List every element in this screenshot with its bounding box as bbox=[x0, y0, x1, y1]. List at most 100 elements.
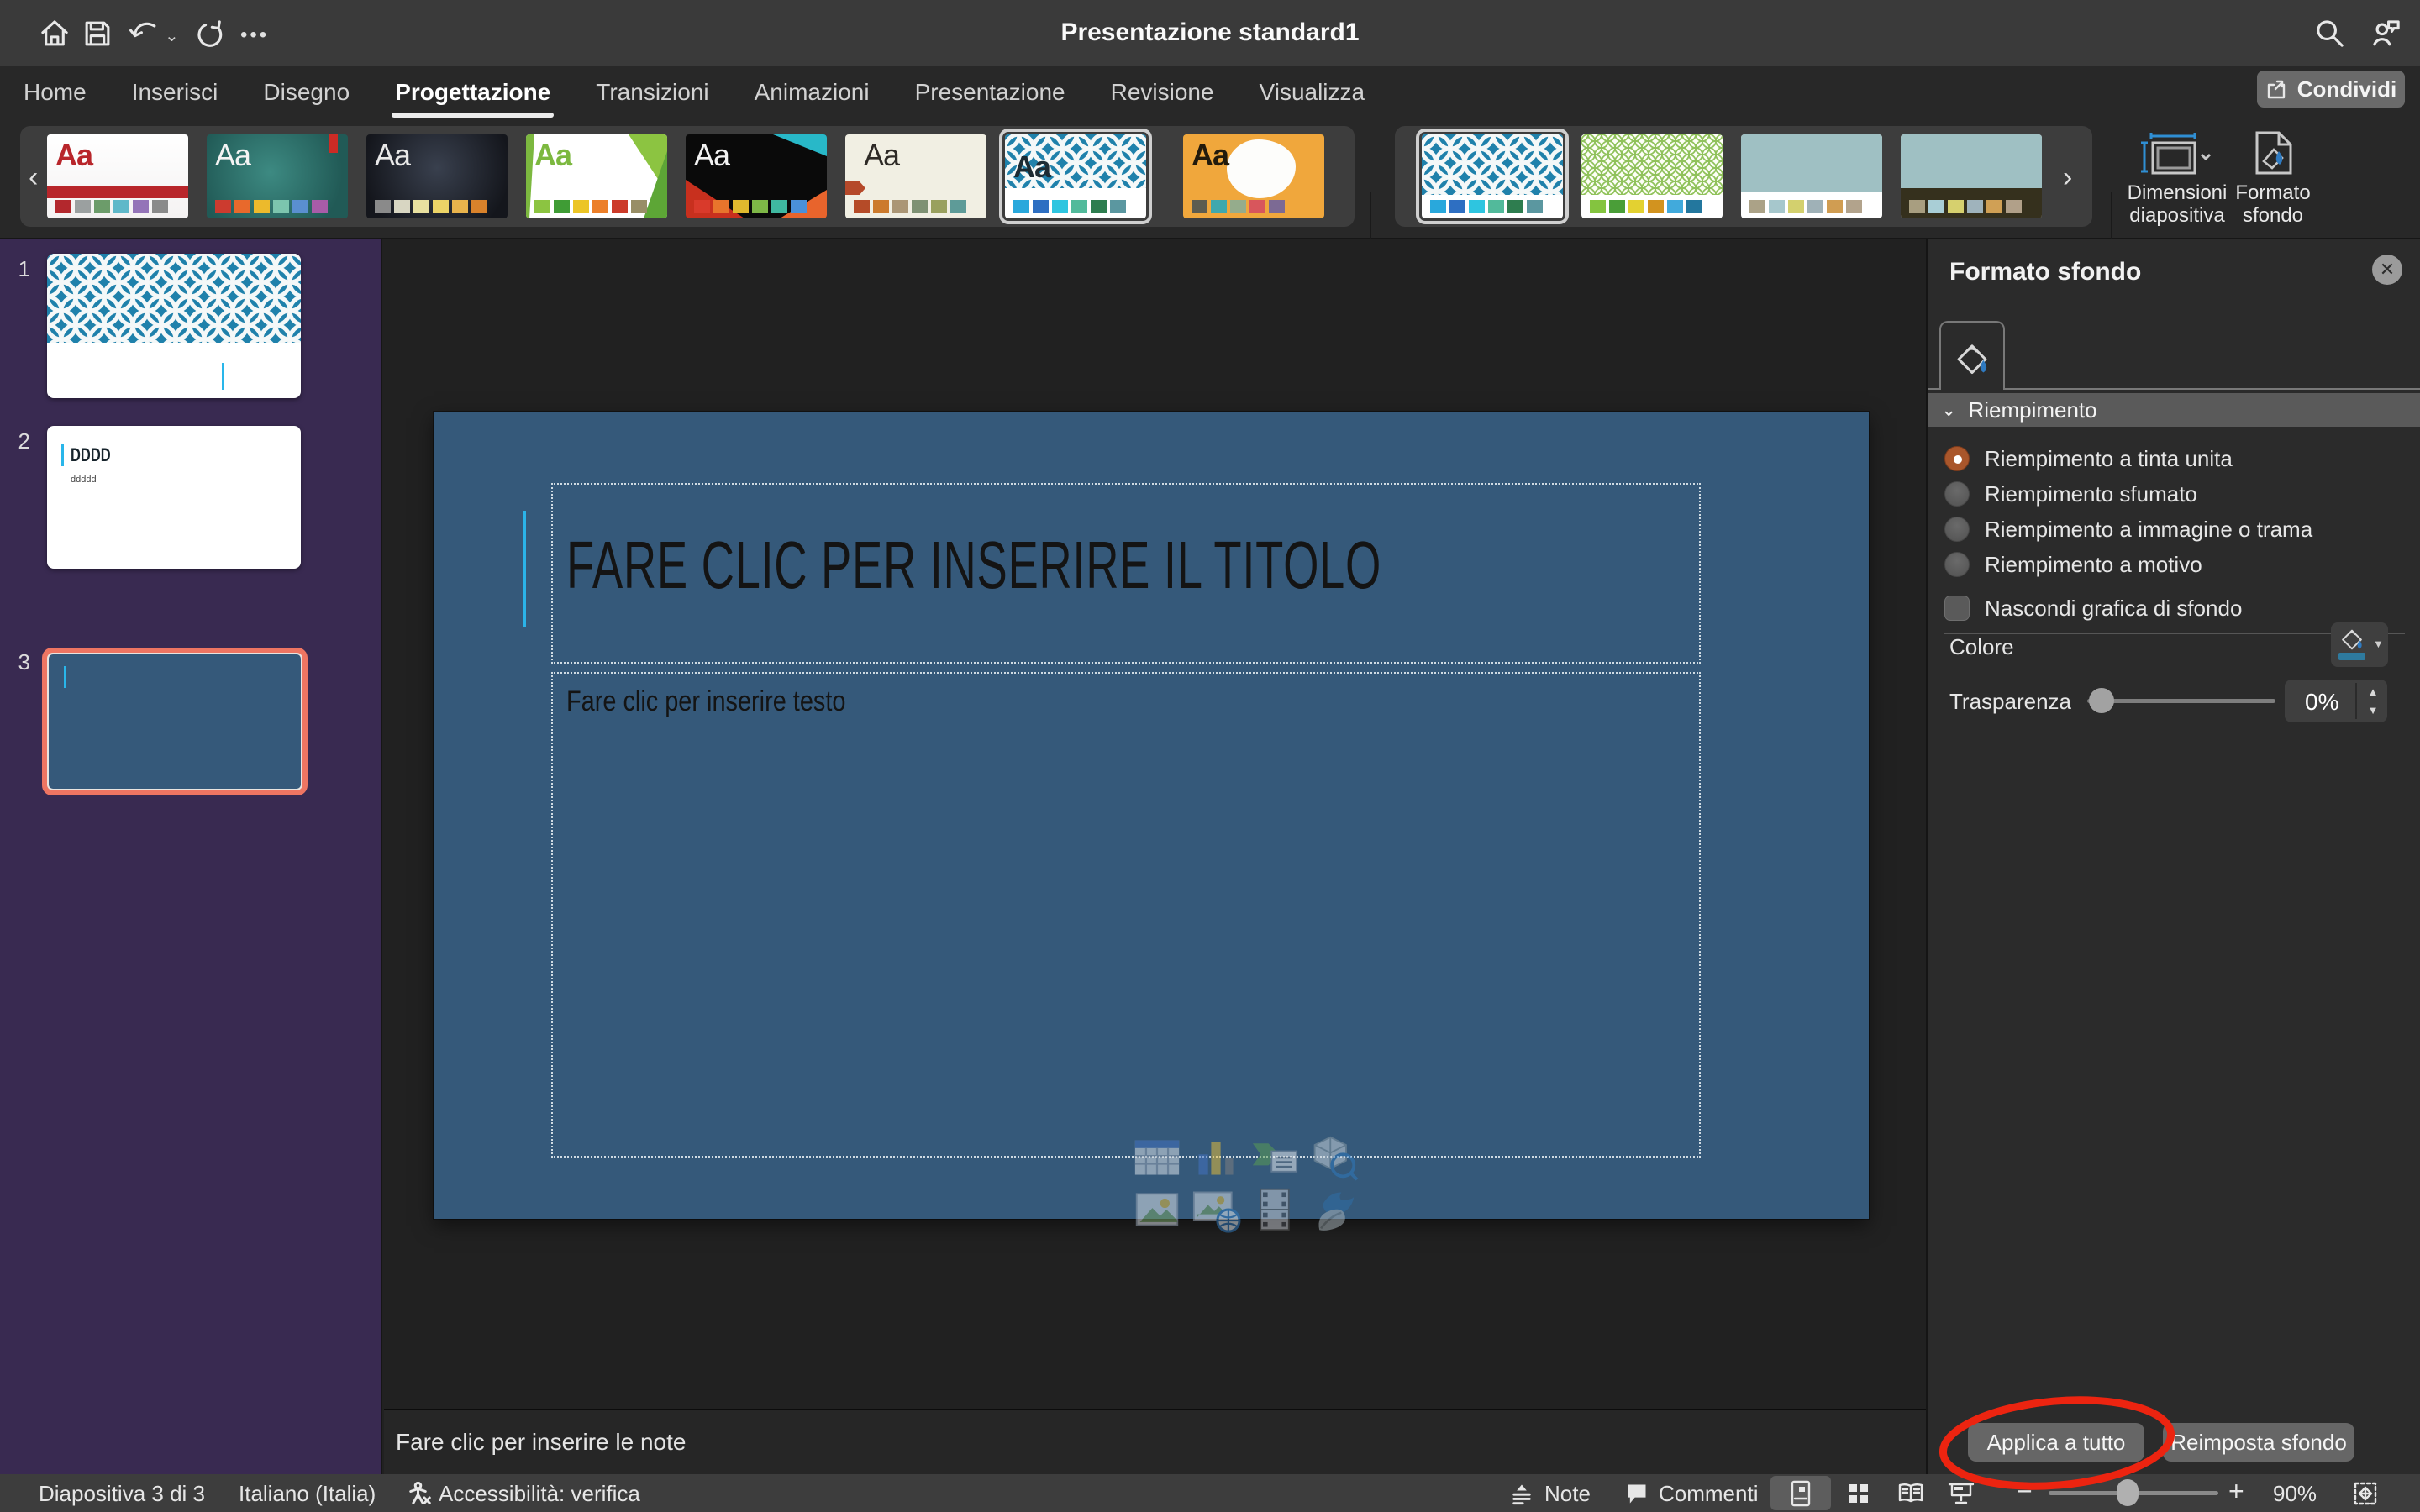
tab-presentazione[interactable]: Presentazione bbox=[913, 76, 1067, 109]
comments-toggle[interactable]: Commenti bbox=[1659, 1481, 1758, 1507]
paint-bucket-icon bbox=[2338, 625, 2366, 650]
accessibility-icon bbox=[408, 1481, 433, 1506]
fill-option-pattern[interactable]: Riempimento a motivo bbox=[1944, 550, 2202, 579]
share-button[interactable]: Condividi bbox=[2257, 71, 2405, 108]
variant-teal-dark-band[interactable] bbox=[1901, 134, 2042, 218]
circle-pattern bbox=[1422, 134, 1563, 195]
title-placeholder[interactable]: FARE CLIC PER INSERIRE IL TITOLO bbox=[551, 483, 1701, 664]
radio[interactable] bbox=[1944, 517, 1970, 542]
slide-thumbnail-3-selected[interactable] bbox=[42, 648, 308, 795]
theme-red-brick[interactable]: Aa bbox=[47, 134, 188, 218]
tab-visualizza[interactable]: Visualizza bbox=[1258, 76, 1367, 109]
zoom-level[interactable]: 90% bbox=[2273, 1481, 2317, 1507]
radio[interactable] bbox=[1944, 552, 1970, 577]
statusbar: Diapositiva 3 di 3 Italiano (Italia) Acc… bbox=[0, 1474, 2420, 1512]
normal-view-button[interactable] bbox=[1770, 1476, 1831, 1510]
search-icon[interactable] bbox=[2315, 18, 2345, 49]
slide-canvas[interactable]: FARE CLIC PER INSERIRE IL TITOLO Fare cl… bbox=[434, 412, 1869, 1219]
tab-transizioni[interactable]: Transizioni bbox=[594, 76, 710, 109]
variant-green-circles[interactable] bbox=[1581, 134, 1723, 218]
tab-home[interactable]: Home bbox=[22, 76, 88, 109]
fill-option-solid[interactable]: Riempimento a tinta unita bbox=[1944, 444, 2233, 473]
account-people-icon[interactable] bbox=[2371, 18, 2402, 49]
insert-smartart-icon[interactable] bbox=[1248, 1134, 1302, 1181]
radio-selected[interactable] bbox=[1944, 446, 1970, 471]
slide-number: 3 bbox=[0, 649, 30, 675]
notes-placeholder-text: Fare clic per inserire le note bbox=[396, 1429, 686, 1456]
language-indicator[interactable]: Italiano (Italia) bbox=[239, 1481, 376, 1507]
content-placeholder[interactable]: Fare clic per inserire testo bbox=[551, 672, 1701, 1158]
gallery-scroll-left-icon[interactable]: ‹ bbox=[29, 163, 38, 192]
fit-to-window-button[interactable] bbox=[2344, 1476, 2386, 1510]
stepper-up-icon[interactable]: ▲ bbox=[2362, 685, 2384, 698]
current-color-swatch bbox=[2338, 653, 2365, 660]
slideshow-view-button[interactable] bbox=[1938, 1476, 1985, 1510]
theme-cream-branch[interactable]: Aa bbox=[845, 134, 986, 218]
accent-line bbox=[523, 511, 526, 627]
theme-orange-badge[interactable]: Aa bbox=[1183, 134, 1324, 218]
transparency-slider-track[interactable] bbox=[2087, 699, 2275, 703]
riempimento-section-header[interactable]: ⌄ Riempimento bbox=[1928, 393, 2420, 427]
tab-progettazione[interactable]: Progettazione bbox=[393, 76, 552, 109]
reading-view-button[interactable] bbox=[1889, 1476, 1933, 1510]
document-title: Presentazione standard1 bbox=[0, 18, 2420, 47]
gallery-scroll-right-icon[interactable]: › bbox=[2063, 163, 2072, 192]
theme-teal-gradient[interactable]: Aa bbox=[207, 134, 348, 218]
theme-black-flame[interactable]: Aa bbox=[686, 134, 827, 218]
circle-pattern bbox=[47, 254, 301, 343]
insert-3d-model-icon[interactable] bbox=[1307, 1134, 1360, 1181]
theme-gallery: ‹ Aa Aa Aa Aa Aa bbox=[20, 126, 1355, 227]
ribbon-tabs: Home Inserisci Disegno Progettazione Tra… bbox=[22, 66, 1366, 119]
tab-animazioni[interactable]: Animazioni bbox=[753, 76, 871, 109]
theme-blue-circles-selected[interactable]: Aa bbox=[1005, 134, 1146, 218]
slide-thumbnail-2[interactable]: DDDD ddddd bbox=[47, 426, 301, 569]
apply-to-all-button[interactable]: Applica a tutto bbox=[1968, 1423, 2144, 1462]
slide-sorter-icon bbox=[1847, 1482, 1870, 1505]
tab-disegno[interactable]: Disegno bbox=[261, 76, 351, 109]
share-icon bbox=[2265, 77, 2289, 101]
fill-color-button[interactable]: ▼ bbox=[2331, 622, 2388, 667]
slide-sorter-view-button[interactable] bbox=[1839, 1476, 1879, 1510]
transparency-slider-thumb[interactable] bbox=[2089, 688, 2114, 713]
notes-pane[interactable]: Fare clic per inserire le note bbox=[384, 1409, 1926, 1474]
tab-inserisci[interactable]: Inserisci bbox=[130, 76, 220, 109]
radio[interactable] bbox=[1944, 481, 1970, 507]
transparency-value-box[interactable]: 0% ▲ ▼ bbox=[2285, 680, 2387, 722]
variant-blue-circles-selected[interactable] bbox=[1422, 134, 1563, 218]
color-label: Colore bbox=[1949, 634, 2014, 660]
content-placeholder-text: Fare clic per inserire testo bbox=[566, 685, 845, 718]
insert-video-icon[interactable] bbox=[1248, 1186, 1302, 1233]
tab-revisione[interactable]: Revisione bbox=[1109, 76, 1216, 109]
notes-toggle[interactable]: Note bbox=[1544, 1481, 1591, 1507]
insert-table-icon[interactable] bbox=[1130, 1134, 1184, 1181]
hide-background-graphics[interactable]: Nascondi grafica di sfondo bbox=[1944, 594, 2242, 622]
fill-option-picture-texture[interactable]: Riempimento a immagine o trama bbox=[1944, 515, 2312, 543]
dropdown-arrow-icon: ▼ bbox=[2373, 638, 2384, 650]
theme-green-facet[interactable]: Aa bbox=[526, 134, 667, 218]
slide-thumbnail-1[interactable] bbox=[47, 254, 301, 398]
accessibility-status[interactable]: Accessibilità: verifica bbox=[439, 1481, 640, 1507]
insert-chart-icon[interactable] bbox=[1189, 1134, 1243, 1181]
close-panel-icon[interactable]: ✕ bbox=[2372, 255, 2402, 285]
zoom-in-button[interactable]: + bbox=[2228, 1476, 2244, 1507]
zoom-slider-thumb[interactable] bbox=[2117, 1479, 2139, 1506]
theme-dark-navy[interactable]: Aa bbox=[366, 134, 508, 218]
panel-title: Formato sfondo bbox=[1949, 258, 2141, 286]
notes-icon bbox=[1510, 1482, 1534, 1505]
insert-online-picture-icon[interactable] bbox=[1189, 1186, 1243, 1233]
format-background-button[interactable]: Formato sfondo bbox=[2206, 131, 2340, 227]
fill-tab[interactable] bbox=[1939, 321, 2005, 390]
zoom-out-button[interactable]: − bbox=[2017, 1476, 2033, 1507]
slide-number: 1 bbox=[0, 256, 30, 282]
insert-picture-icon[interactable] bbox=[1130, 1186, 1184, 1233]
normal-view-icon bbox=[1790, 1480, 1812, 1507]
comments-icon bbox=[1625, 1482, 1649, 1505]
fill-option-gradient[interactable]: Riempimento sfumato bbox=[1944, 480, 2197, 508]
variant-teal-flat[interactable] bbox=[1741, 134, 1882, 218]
stepper-down-icon[interactable]: ▼ bbox=[2362, 704, 2384, 717]
insert-stock-image-icon[interactable] bbox=[1307, 1186, 1360, 1233]
slide-counter[interactable]: Diapositiva 3 di 3 bbox=[39, 1481, 205, 1507]
checkbox[interactable] bbox=[1944, 596, 1970, 621]
ribbon: Home Inserisci Disegno Progettazione Tra… bbox=[0, 66, 2420, 239]
reset-background-button[interactable]: Reimposta sfondo bbox=[2163, 1423, 2354, 1462]
